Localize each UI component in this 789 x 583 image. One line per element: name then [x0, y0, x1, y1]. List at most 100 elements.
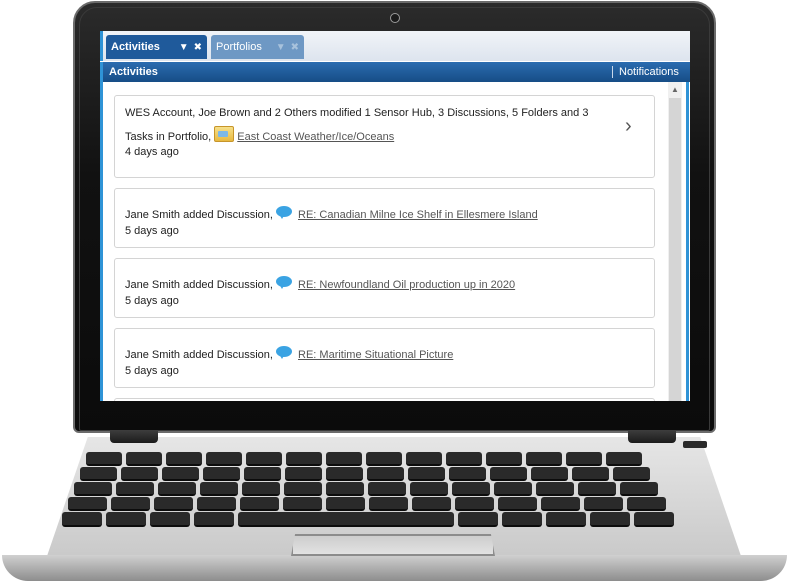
- activity-time: 5 days ago: [125, 225, 179, 237]
- keyboard-key: [283, 497, 322, 511]
- discussion-link[interactable]: RE: Canadian Milne Ice Shelf in Ellesmer…: [298, 209, 538, 221]
- keyboard-key: [150, 512, 190, 527]
- hinge-right: [628, 430, 676, 443]
- keyboard-key: [158, 482, 196, 496]
- keyboard-key: [498, 497, 537, 511]
- keyboard-key: [246, 452, 282, 466]
- scroll-up-arrow-icon[interactable]: ▲: [668, 84, 682, 96]
- dropdown-icon[interactable]: ▼: [276, 42, 286, 53]
- keyboard-key: [74, 482, 112, 496]
- activity-card[interactable]: WES Account, Joe Brown and 2 Others modi…: [114, 95, 655, 178]
- activity-text: Jane Smith added Discussion,: [125, 279, 273, 291]
- keyboard-key: [449, 467, 486, 481]
- discussion-bubble-icon: [276, 346, 293, 359]
- screen: Activities ▼ ✖ Portfolios ▼ ✖ Activities…: [100, 31, 690, 401]
- discussion-bubble-icon: [276, 206, 293, 219]
- keyboard-key: [486, 452, 522, 466]
- dropdown-icon[interactable]: ▼: [179, 42, 189, 53]
- activity-text-row: Jane Smith added Discussion, RE: Newfoun…: [125, 276, 515, 291]
- keyboard-key: [452, 482, 490, 496]
- activity-time: 5 days ago: [125, 295, 179, 307]
- keyboard-key: [606, 452, 642, 466]
- tab-bar: Activities ▼ ✖ Portfolios ▼ ✖: [100, 31, 690, 61]
- keyboard-key: [285, 467, 322, 481]
- touchpad: [291, 534, 495, 556]
- keyboard-key: [203, 467, 240, 481]
- keyboard-key: [458, 512, 498, 527]
- keyboard-key: [366, 452, 402, 466]
- activity-text-row: Jane Smith added Discussion, RE: Maritim…: [125, 346, 453, 361]
- activity-text: Tasks in Portfolio,: [125, 131, 212, 143]
- keyboard-key: [284, 482, 322, 496]
- activity-card[interactable]: [114, 398, 655, 401]
- keyboard-key: [197, 497, 236, 511]
- keyboard-key: [111, 497, 150, 511]
- keyboard-key: [194, 512, 234, 527]
- keyboard-key: [367, 467, 404, 481]
- close-icon[interactable]: ✖: [291, 42, 299, 53]
- tab-activities[interactable]: Activities ▼ ✖: [106, 35, 207, 59]
- keyboard-key: [613, 467, 650, 481]
- activity-text: Jane Smith added Discussion,: [125, 349, 273, 361]
- activity-text: Jane Smith added Discussion,: [125, 209, 273, 221]
- keyboard-key: [446, 452, 482, 466]
- keyboard-key: [590, 512, 630, 527]
- keyboard-key: [566, 452, 602, 466]
- scroll-thumb[interactable]: [669, 98, 681, 401]
- keyboard-key: [238, 512, 454, 527]
- activity-time: 5 days ago: [125, 365, 179, 377]
- keyboard-key: [242, 482, 280, 496]
- chevron-right-icon[interactable]: ›: [625, 116, 632, 136]
- tab-portfolios[interactable]: Portfolios ▼ ✖: [211, 35, 304, 59]
- keyboard-key: [408, 467, 445, 481]
- panel-header: Activities Notifications: [100, 62, 690, 82]
- activity-text: WES Account, Joe Brown and 2 Others modi…: [125, 107, 589, 119]
- keyboard-key: [541, 497, 580, 511]
- keyboard-key: [326, 452, 362, 466]
- keyboard-key: [536, 482, 574, 496]
- keyboard-key: [634, 512, 674, 527]
- keyboard-key: [106, 512, 146, 527]
- portfolio-link[interactable]: East Coast Weather/Ice/Oceans: [237, 131, 394, 143]
- power-button: [683, 441, 707, 448]
- keyboard-key: [546, 512, 586, 527]
- scrollbar[interactable]: ▲: [668, 82, 682, 401]
- discussion-link[interactable]: RE: Newfoundland Oil production up in 20…: [298, 279, 515, 291]
- keyboard-key: [326, 482, 364, 496]
- hinge-left: [110, 430, 158, 443]
- keyboard-key: [240, 497, 279, 511]
- keyboard-key: [502, 512, 542, 527]
- keyboard-key: [406, 452, 442, 466]
- keyboard-key: [572, 467, 609, 481]
- activity-time: 4 days ago: [125, 146, 179, 158]
- keyboard-key: [490, 467, 527, 481]
- activity-card[interactable]: Jane Smith added Discussion, RE: Canadia…: [114, 188, 655, 248]
- discussion-bubble-icon: [276, 276, 293, 289]
- keyboard-key: [126, 452, 162, 466]
- keyboard-key: [620, 482, 658, 496]
- activity-card[interactable]: Jane Smith added Discussion, RE: Newfoun…: [114, 258, 655, 318]
- folder-icon: [214, 126, 235, 142]
- notifications-link[interactable]: Notifications: [619, 66, 679, 78]
- keyboard-key: [62, 512, 102, 527]
- tab-label: Activities: [111, 41, 160, 53]
- keyboard-key: [206, 452, 242, 466]
- keyboard-key: [410, 482, 448, 496]
- activity-feed: WES Account, Joe Brown and 2 Others modi…: [100, 82, 690, 401]
- keyboard-key: [326, 497, 365, 511]
- activity-text-cont: Tasks in Portfolio, East Coast Weather/I…: [125, 126, 394, 143]
- close-icon[interactable]: ✖: [194, 42, 202, 53]
- keyboard-key: [244, 467, 281, 481]
- keyboard-key: [578, 482, 616, 496]
- keyboard-key: [455, 497, 494, 511]
- panel-title: Activities: [109, 66, 158, 78]
- keyboard-key: [200, 482, 238, 496]
- activity-card[interactable]: Jane Smith added Discussion, RE: Maritim…: [114, 328, 655, 388]
- keyboard-key: [368, 482, 406, 496]
- keyboard: [56, 452, 736, 528]
- discussion-link[interactable]: RE: Maritime Situational Picture: [298, 349, 453, 361]
- keyboard-key: [584, 497, 623, 511]
- header-divider: [612, 66, 613, 78]
- panel-border: [686, 82, 689, 401]
- webcam: [390, 13, 400, 23]
